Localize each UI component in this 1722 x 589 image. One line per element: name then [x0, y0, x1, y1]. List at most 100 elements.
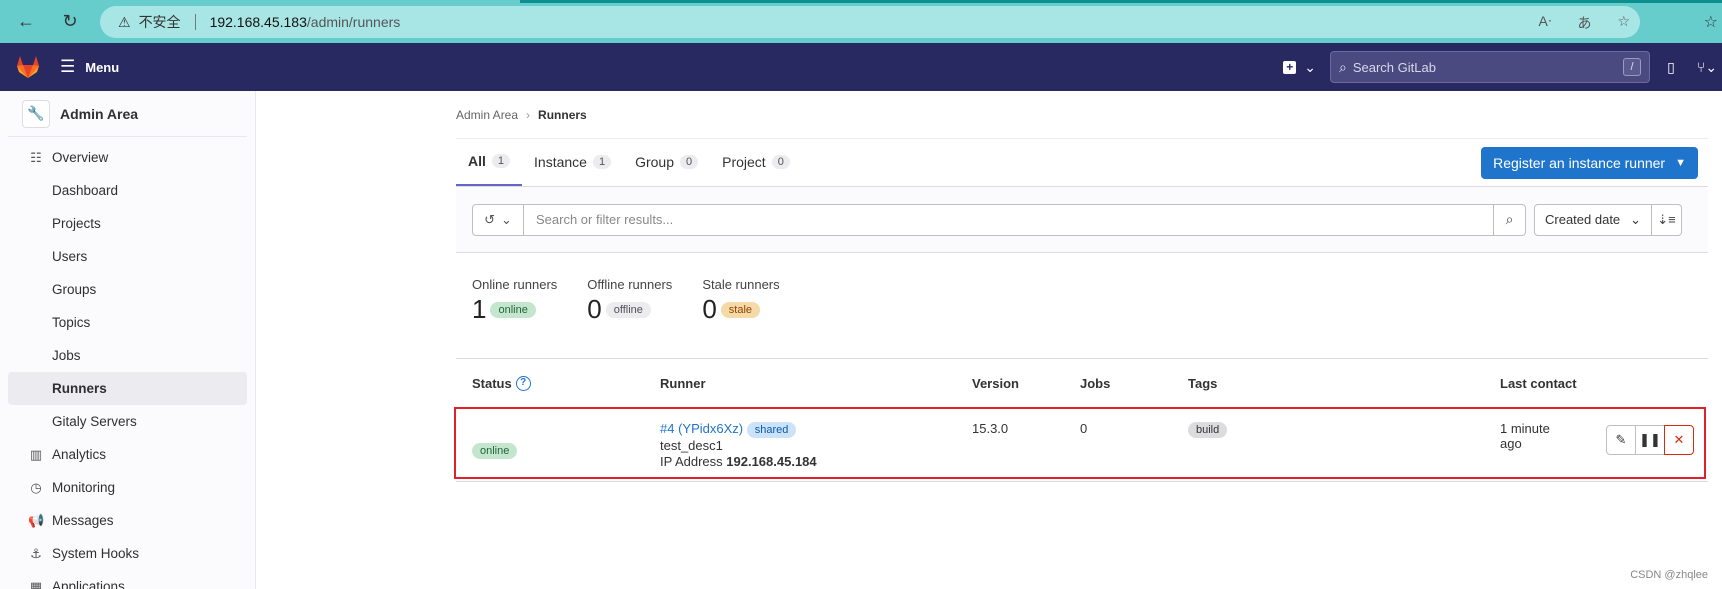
- sidebar-item-label: Messages: [52, 513, 114, 528]
- question-icon[interactable]: ?: [515, 375, 531, 391]
- delete-button[interactable]: ✕: [1664, 425, 1694, 455]
- plus-square-icon: +: [1283, 60, 1297, 74]
- address-divider: [194, 14, 196, 30]
- stat-offline: Offline runners 0 offline: [587, 277, 672, 358]
- sidebar-item-topics[interactable]: Topics: [8, 306, 247, 339]
- translate-icon[interactable]: あ: [1577, 13, 1591, 33]
- status-badge: stale: [720, 301, 761, 318]
- address-bar[interactable]: ⚠ 不安全 192.168.45.183/admin/runners A͏ᐧ あ…: [100, 6, 1640, 38]
- sort-dropdown[interactable]: Created date ⌄: [1534, 203, 1652, 236]
- chevron-down-icon: ⌄: [501, 211, 512, 227]
- favorites-icon[interactable]: ☆: [1704, 12, 1718, 32]
- tab-project[interactable]: Project 0: [710, 138, 802, 186]
- breadcrumb-current[interactable]: Runners: [538, 108, 587, 122]
- menu-label: Menu: [85, 59, 120, 75]
- sidebar-item-label: Runners: [52, 381, 107, 396]
- sidebar-item-monitoring[interactable]: ◷ Monitoring: [8, 471, 247, 504]
- register-runner-button[interactable]: Register an instance runner ▼: [1481, 147, 1698, 179]
- row-actions: ✎ ❚❚ ✕: [1606, 425, 1694, 455]
- breadcrumb-parent[interactable]: Admin Area: [456, 108, 518, 122]
- search-shortcut-key: /: [1623, 58, 1641, 76]
- stat-label: Online runners: [472, 277, 558, 292]
- favorite-add-icon[interactable]: ☆: [1617, 13, 1630, 33]
- monitoring-icon: ◷: [30, 479, 42, 495]
- sidebar-item-runners[interactable]: Runners: [8, 372, 247, 405]
- sidebar-item-analytics[interactable]: ▥ Analytics: [8, 438, 247, 471]
- header-version: Version: [972, 375, 1019, 391]
- gitlab-logo-icon[interactable]: [14, 53, 42, 81]
- tab-count: 0: [680, 155, 699, 169]
- sort-label: Created date: [1545, 212, 1621, 227]
- chevron-down-icon: ▼: [1675, 157, 1686, 169]
- analytics-icon: ▥: [29, 446, 43, 462]
- sidebar-item-jobs[interactable]: Jobs: [8, 339, 247, 372]
- merge-requests-icon[interactable]: ⑂⌄: [1692, 59, 1722, 76]
- pause-button[interactable]: ❚❚: [1635, 425, 1665, 455]
- refresh-icon[interactable]: ↻: [52, 4, 88, 40]
- sidebar-item-applications[interactable]: ▦ Applications: [8, 570, 247, 589]
- watermark: CSDN @zhqlee: [1630, 569, 1708, 581]
- sidebar-item-users[interactable]: Users: [8, 240, 247, 273]
- stat-label: Stale runners: [702, 277, 780, 292]
- header-last-contact: Last contact: [1500, 375, 1577, 391]
- sidebar-item-groups[interactable]: Groups: [8, 273, 247, 306]
- sidebar-item-label: Dashboard: [52, 183, 119, 198]
- sidebar-list: ☷ Overview Dashboard Projects Users Group…: [0, 137, 255, 589]
- overview-icon: ☷: [30, 149, 42, 165]
- header-jobs: Jobs: [1080, 375, 1111, 391]
- sidebar-item-label: Gitaly Servers: [52, 414, 137, 429]
- table-row: online #4 (YPidx6Xz) shared test_desc1 I…: [454, 407, 1708, 481]
- sidebar-item-dashboard[interactable]: Dashboard: [8, 174, 247, 207]
- main-content: Admin Area › Runners All 1 Instance 1 Grou…: [454, 91, 1708, 482]
- menu-button[interactable]: ☰ Menu: [60, 57, 119, 77]
- gitlab-search-placeholder: Search GitLab: [1352, 59, 1436, 75]
- issues-icon[interactable]: ▯: [1656, 59, 1686, 76]
- stat-stale: Stale runners 0 stale: [702, 277, 779, 358]
- header-status: Status: [472, 375, 512, 391]
- admin-sidebar: 🔧 Admin Area ☷ Overview Dashboard Project…: [0, 91, 256, 589]
- sidebar-item-label: Jobs: [52, 348, 81, 363]
- close-icon: ✕: [1673, 432, 1685, 447]
- back-arrow-icon[interactable]: ←: [8, 4, 44, 40]
- breadcrumb: Admin Area › Runners: [456, 91, 1708, 139]
- table-divider: [456, 481, 1708, 482]
- edit-button[interactable]: ✎: [1606, 425, 1636, 455]
- sidebar-item-label: System Hooks: [52, 546, 140, 561]
- search-history-button[interactable]: ↺ ⌄: [472, 203, 524, 236]
- sidebar-item-label: Projects: [52, 216, 101, 231]
- sidebar-item-overview[interactable]: ☷ Overview: [8, 141, 247, 174]
- create-new-button[interactable]: + ⌄: [1283, 59, 1316, 76]
- read-aloud-icon[interactable]: A͏ᐧ: [1539, 13, 1552, 33]
- chevron-down-icon: ⌄: [1304, 58, 1316, 75]
- filter-search-input[interactable]: Search or filter results...: [524, 203, 1494, 236]
- tab-all[interactable]: All 1: [456, 138, 523, 186]
- tab-label: Instance: [534, 154, 587, 170]
- sidebar-header[interactable]: 🔧 Admin Area: [8, 91, 247, 137]
- sidebar-item-system-hooks[interactable]: ⚓ System Hooks: [8, 537, 247, 570]
- stat-label: Offline runners: [587, 277, 673, 292]
- tab-group[interactable]: Group 0: [623, 138, 710, 186]
- filter-search-button[interactable]: ⌕: [1494, 203, 1526, 236]
- address-bar-actions: A͏ᐧ あ ☆: [1539, 13, 1630, 33]
- hook-icon: ⚓: [30, 545, 42, 561]
- tab-instance[interactable]: Instance 1: [522, 138, 623, 186]
- status-badge: online: [490, 301, 536, 318]
- url-host: 192.168.45.183: [209, 14, 307, 30]
- sidebar-item-projects[interactable]: Projects: [8, 207, 247, 240]
- sidebar-item-messages[interactable]: 📢 Messages: [8, 504, 247, 537]
- stat-value: 0: [587, 294, 602, 324]
- tab-count: 0: [771, 155, 790, 169]
- filter-search-placeholder: Search or filter results...: [536, 212, 674, 227]
- stat-value: 0: [702, 294, 717, 324]
- sidebar-item-gitaly-servers[interactable]: Gitaly Servers: [8, 405, 247, 438]
- warning-triangle-icon: ⚠: [118, 13, 131, 30]
- sort-direction-button[interactable]: ⇣≡: [1652, 203, 1682, 236]
- status-badge: offline: [605, 301, 651, 318]
- register-runner-label: Register an instance runner: [1493, 155, 1666, 171]
- sidebar-item-label: Analytics: [52, 447, 107, 462]
- tab-label: Group: [635, 154, 674, 170]
- gitlab-search-input[interactable]: ⌕ Search GitLab /: [1330, 51, 1650, 83]
- breadcrumb-chevron-icon: ›: [526, 107, 531, 122]
- runner-stats: Online runners 1 online Offline runners 0…: [456, 253, 1708, 359]
- sort-lowest-icon: ⇣≡: [1657, 211, 1676, 227]
